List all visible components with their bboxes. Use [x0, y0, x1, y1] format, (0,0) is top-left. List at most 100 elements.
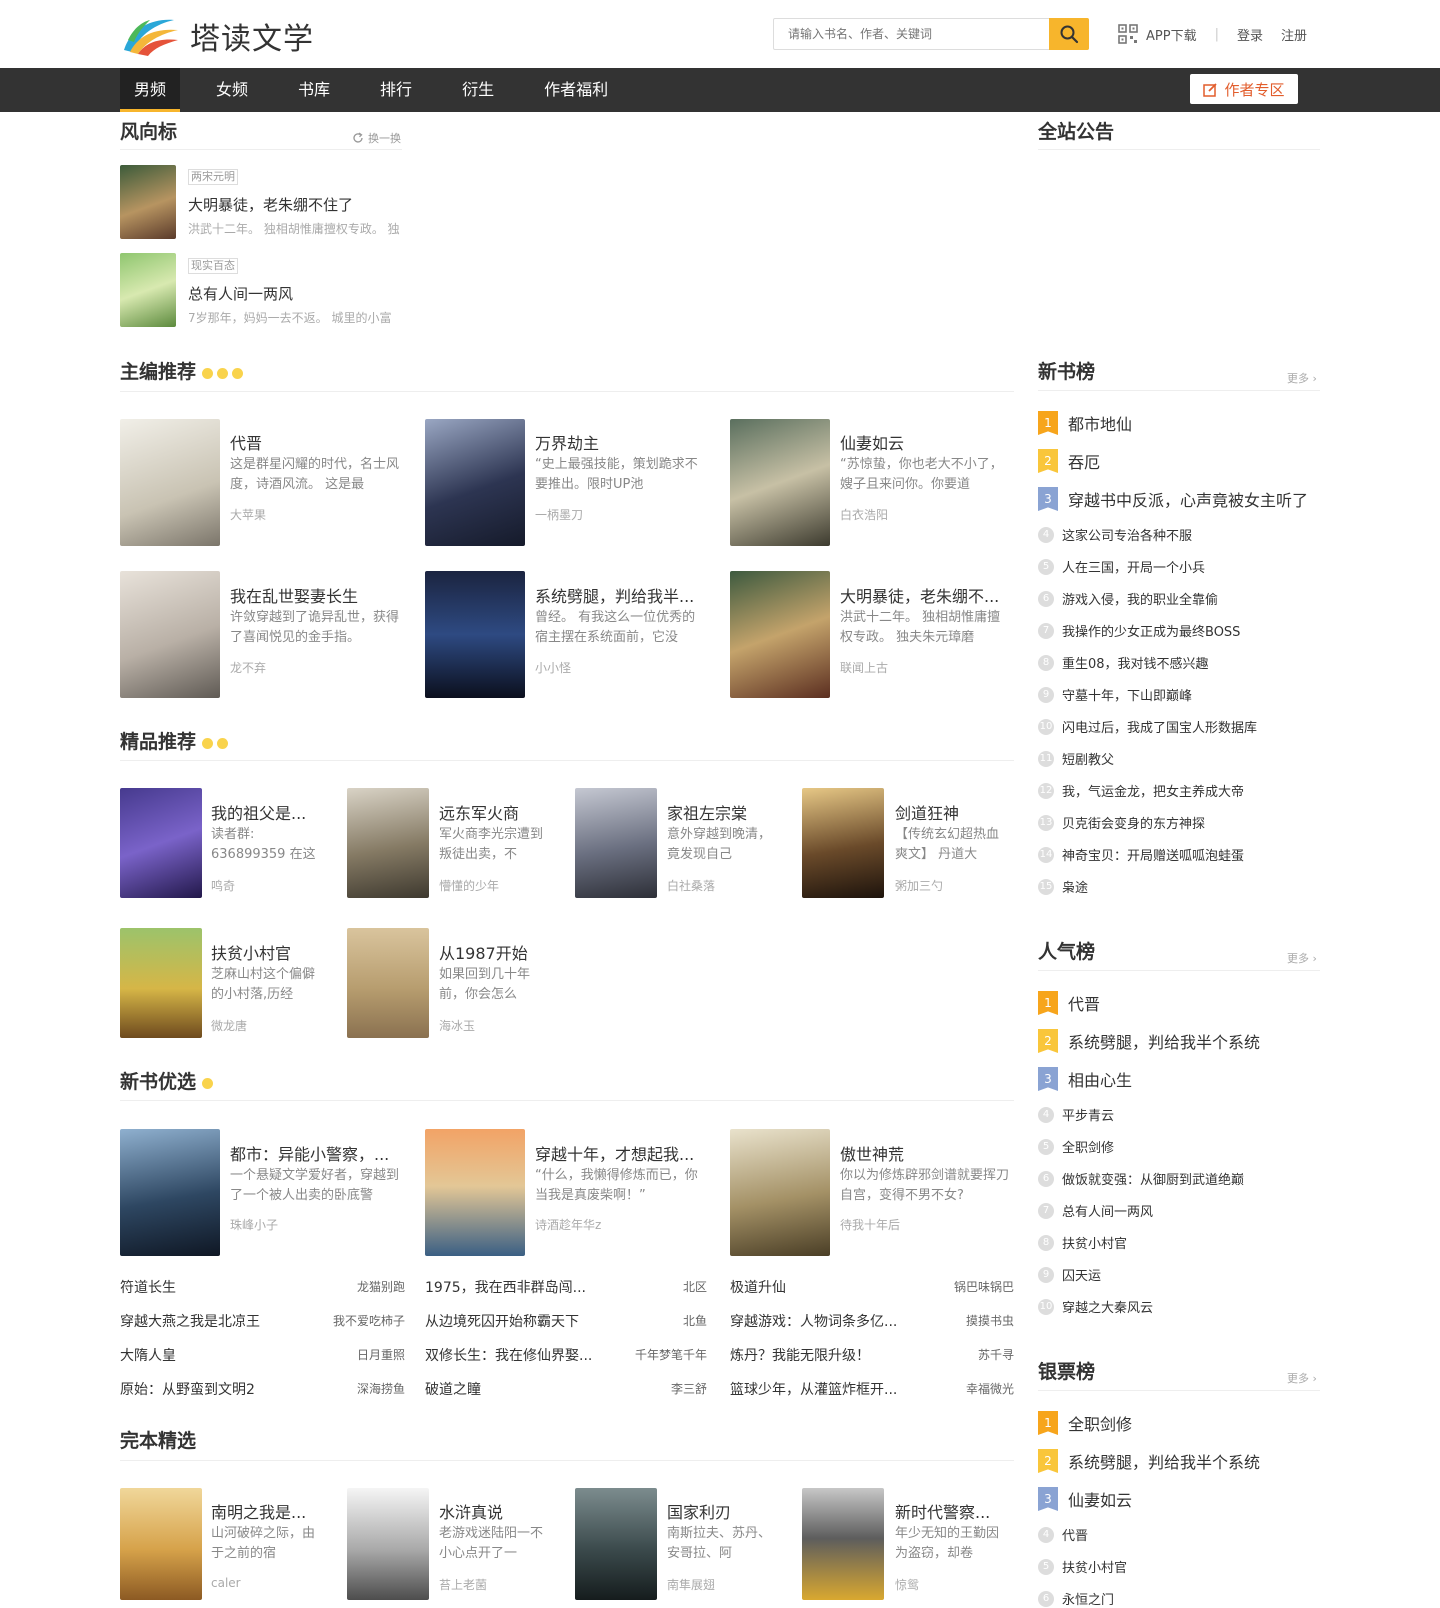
book-author[interactable]: 鸣奇 — [211, 877, 235, 894]
rank-item[interactable]: 3 相由心生 — [1038, 1067, 1132, 1091]
list-item-author[interactable]: 北鱼 — [615, 1312, 707, 1329]
book-cover[interactable] — [730, 419, 830, 546]
more-link[interactable]: 更多 › — [1287, 370, 1317, 386]
rank-item[interactable]: 10 穿越之大秦风云 — [1038, 1297, 1153, 1316]
more-link[interactable]: 更多 › — [1287, 1370, 1317, 1386]
rank-item[interactable]: 12 我，气运金龙，把女主养成大帝 — [1038, 781, 1244, 800]
book-cover[interactable] — [347, 788, 429, 898]
book-title[interactable]: 大明暴徒，老朱绷不... — [840, 583, 1010, 607]
list-item-title[interactable]: 破道之瞳 — [425, 1379, 625, 1399]
book-title[interactable]: 南明之我是... — [211, 1499, 326, 1523]
author-zone-button[interactable]: 作者专区 — [1190, 74, 1298, 104]
rank-item[interactable]: 10 闪电过后，我成了国宝人形数据库 — [1038, 717, 1257, 736]
book-cover[interactable] — [347, 1488, 429, 1600]
nav-item-male[interactable]: 男频 — [120, 68, 181, 112]
book-title[interactable]: 仙妻如云 — [840, 430, 1010, 454]
list-item-author[interactable]: 深海捞鱼 — [315, 1380, 405, 1397]
book-title[interactable]: 都市：异能小警察，... — [230, 1141, 400, 1165]
book-title[interactable]: 大明暴徒，老朱绷不住了 — [188, 194, 353, 215]
book-title[interactable]: 从1987开始 — [439, 940, 554, 964]
book-author[interactable]: 白衣浩阳 — [840, 506, 888, 523]
rank-item[interactable]: 7 我操作的少女正成为最终BOSS — [1038, 621, 1240, 640]
book-author[interactable]: caler — [211, 1576, 241, 1590]
book-cover[interactable] — [575, 1488, 657, 1600]
rank-item[interactable]: 1 全职剑修 — [1038, 1411, 1132, 1435]
list-item-author[interactable]: 千年梦笔千年 — [615, 1346, 707, 1363]
book-title[interactable]: 穿越十年，才想起我... — [535, 1141, 705, 1165]
rank-item[interactable]: 5 扶贫小村官 — [1038, 1557, 1127, 1576]
list-item-title[interactable]: 从边境死囚开始称霸天下 — [425, 1311, 625, 1331]
register-link[interactable]: 注册 — [1281, 25, 1307, 44]
book-cover[interactable] — [120, 928, 202, 1038]
book-cover[interactable] — [120, 1488, 202, 1600]
book-cover[interactable] — [802, 788, 884, 898]
list-item-title[interactable]: 原始：从野蛮到文明2 — [120, 1379, 320, 1399]
book-author[interactable]: 大苹果 — [230, 506, 266, 523]
rank-item[interactable]: 7 总有人间一两风 — [1038, 1201, 1153, 1220]
book-title[interactable]: 水浒真说 — [439, 1499, 554, 1523]
rank-item[interactable]: 2 吞厄 — [1038, 449, 1100, 473]
list-item-author[interactable]: 龙猫别跑 — [315, 1278, 405, 1295]
book-author[interactable]: 诗酒趁年华z — [535, 1216, 601, 1233]
book-cover[interactable] — [120, 571, 220, 698]
nav-item-derivative[interactable]: 衍生 — [448, 68, 508, 112]
rank-item[interactable]: 6 永恒之门 — [1038, 1589, 1114, 1608]
book-title[interactable]: 万界劫主 — [535, 430, 705, 454]
list-item-author[interactable]: 李三舒 — [615, 1380, 707, 1397]
rank-item[interactable]: 5 全职剑修 — [1038, 1137, 1114, 1156]
book-cover[interactable] — [120, 419, 220, 546]
rank-item[interactable]: 6 做饭就变强：从御厨到武道绝巅 — [1038, 1169, 1244, 1188]
rank-item[interactable]: 9 守墓十年，下山即巅峰 — [1038, 685, 1192, 704]
list-item-title[interactable]: 符道长生 — [120, 1277, 320, 1297]
list-item-author[interactable]: 北区 — [615, 1278, 707, 1295]
book-title[interactable]: 新时代警察... — [895, 1499, 1010, 1523]
book-author[interactable]: 海冰玉 — [439, 1017, 475, 1034]
book-title[interactable]: 国家利刃 — [667, 1499, 782, 1523]
book-cover[interactable] — [347, 928, 429, 1038]
book-title[interactable]: 总有人间一两风 — [188, 283, 293, 304]
book-title[interactable]: 我在乱世娶妻长生 — [230, 583, 400, 607]
book-author[interactable]: 龙不弃 — [230, 659, 266, 676]
list-item-title[interactable]: 穿越游戏：人物词条多亿... — [730, 1311, 930, 1331]
list-item-author[interactable]: 锅巴味锅巴 — [922, 1278, 1014, 1295]
search-input[interactable] — [774, 19, 1044, 49]
book-author[interactable]: 懵懂的少年 — [439, 877, 499, 894]
book-title[interactable]: 扶贫小村官 — [211, 940, 326, 964]
book-author[interactable]: 珠峰小子 — [230, 1216, 278, 1233]
book-title[interactable]: 代晋 — [230, 430, 400, 454]
list-item-title[interactable]: 篮球少年，从灌篮炸框开... — [730, 1379, 930, 1399]
rank-item[interactable]: 11 短剧教父 — [1038, 749, 1114, 768]
book-author[interactable]: 联闻上古 — [840, 659, 888, 676]
book-author[interactable]: 小小怪 — [535, 659, 571, 676]
nav-item-author-welfare[interactable]: 作者福利 — [530, 68, 622, 112]
book-title[interactable]: 系统劈腿，判给我半... — [535, 583, 705, 607]
book-title[interactable]: 傲世神荒 — [840, 1141, 1010, 1165]
rank-item[interactable]: 9 囚天运 — [1038, 1265, 1101, 1284]
book-author[interactable]: 惊鸳 — [895, 1576, 919, 1593]
list-item-title[interactable]: 炼丹？我能无限升级！ — [730, 1345, 930, 1365]
rank-item[interactable]: 2 系统劈腿，判给我半个系统 — [1038, 1029, 1260, 1053]
rank-item[interactable]: 2 系统劈腿，判给我半个系统 — [1038, 1449, 1260, 1473]
book-cover[interactable] — [425, 1129, 525, 1256]
list-item-title[interactable]: 极道升仙 — [730, 1277, 930, 1297]
book-cover[interactable] — [575, 788, 657, 898]
list-item-author[interactable]: 苏千寻 — [922, 1346, 1014, 1363]
book-cover[interactable] — [730, 571, 830, 698]
refresh-button[interactable]: 换一换 — [352, 130, 401, 146]
book-author[interactable]: 白社桑落 — [667, 877, 715, 894]
rank-item[interactable]: 8 扶贫小村官 — [1038, 1233, 1127, 1252]
book-cover[interactable] — [425, 571, 525, 698]
rank-item[interactable]: 4 代晋 — [1038, 1525, 1088, 1544]
book-author[interactable]: 粥加三勺 — [895, 877, 943, 894]
nav-item-ranking[interactable]: 排行 — [366, 68, 426, 112]
book-author[interactable]: 待我十年后 — [840, 1216, 900, 1233]
list-item-author[interactable]: 摸摸书虫 — [922, 1312, 1014, 1329]
site-logo[interactable]: 塔读文学 — [120, 10, 330, 58]
list-item-author[interactable]: 日月重照 — [315, 1346, 405, 1363]
rank-item[interactable]: 15 枭途 — [1038, 877, 1088, 896]
rank-item[interactable]: 1 代晋 — [1038, 991, 1100, 1015]
rank-item[interactable]: 6 游戏入侵，我的职业全靠偷 — [1038, 589, 1218, 608]
search-button[interactable] — [1049, 18, 1089, 50]
rank-item[interactable]: 1 都市地仙 — [1038, 411, 1132, 435]
rank-item[interactable]: 3 穿越书中反派，心声竟被女主听了 — [1038, 487, 1308, 511]
